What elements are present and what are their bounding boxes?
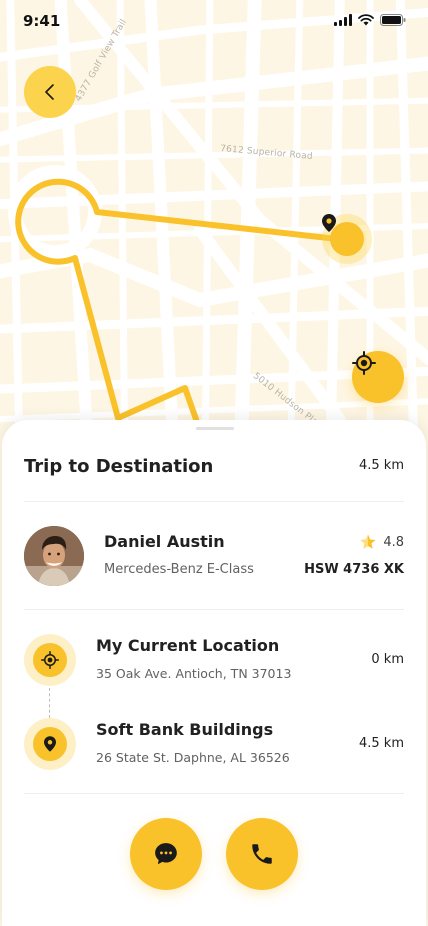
trip-distance: 4.5 km <box>359 458 404 473</box>
sheet-drag-handle[interactable] <box>196 427 234 430</box>
origin-title: My Current Location <box>96 636 280 655</box>
status-time: 9:41 <box>23 12 61 30</box>
crosshair-icon <box>352 351 376 375</box>
driver-name: Daniel Austin <box>104 532 225 551</box>
battery-icon <box>380 14 406 26</box>
back-button[interactable] <box>24 66 76 118</box>
signal-icon <box>334 14 352 26</box>
status-icons <box>334 14 406 26</box>
driver-rating: 4.8 <box>359 533 404 551</box>
trip-details-sheet: Trip to Destination 4.5 km Daniel Austin… <box>2 420 426 926</box>
driver-car: Mercedes-Benz E-Class <box>104 562 254 577</box>
location-pin-icon <box>44 736 56 752</box>
origin-distance: 0 km <box>371 652 404 667</box>
destination-title: Soft Bank Buildings <box>96 720 274 739</box>
star-icon <box>360 534 376 549</box>
location-pin-icon <box>322 214 336 232</box>
driver-avatar[interactable] <box>24 526 84 586</box>
chevron-left-icon <box>45 84 54 100</box>
destination-marker <box>24 718 76 770</box>
wifi-icon <box>358 14 374 26</box>
divider <box>24 793 404 794</box>
status-bar: 9:41 <box>0 0 428 44</box>
divider <box>24 501 404 502</box>
destination-map-pin[interactable] <box>322 214 372 264</box>
trip-title: Trip to Destination <box>24 456 214 477</box>
crosshair-icon <box>41 651 59 669</box>
origin-marker <box>24 634 76 686</box>
locate-me-button[interactable] <box>352 351 404 403</box>
chat-button[interactable] <box>130 818 202 890</box>
origin-address: 35 Oak Ave. Antioch, TN 37013 <box>96 666 292 681</box>
driver-photo <box>24 526 84 586</box>
license-plate: HSW 4736 XK <box>304 562 404 577</box>
chat-icon <box>155 843 177 865</box>
divider <box>24 609 404 610</box>
destination-address: 26 State St. Daphne, AL 36526 <box>96 750 290 765</box>
phone-icon <box>252 844 272 864</box>
rating-value: 4.8 <box>383 534 404 550</box>
call-button[interactable] <box>226 818 298 890</box>
destination-distance: 4.5 km <box>359 736 404 751</box>
route-connector <box>49 688 50 718</box>
